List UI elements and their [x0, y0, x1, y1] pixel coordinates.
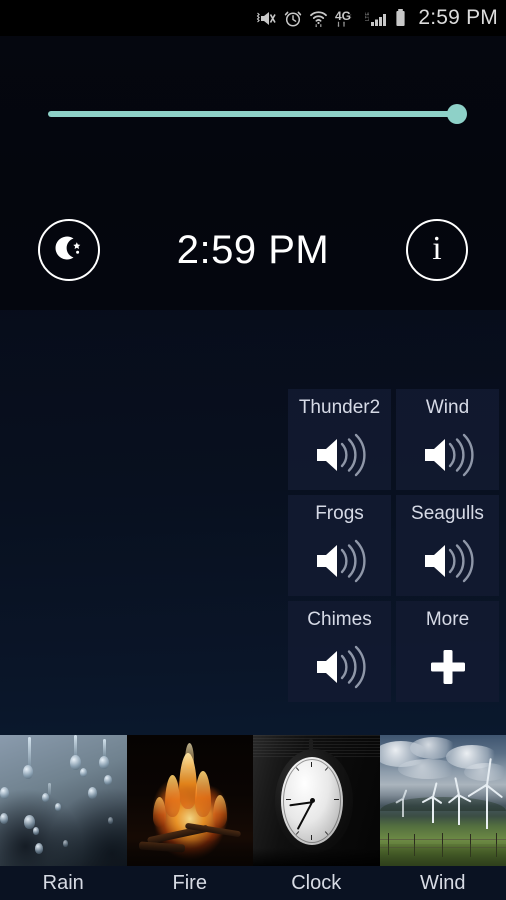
sound-tile-grid: Thunder2 Wind [288, 389, 502, 702]
scene-thumbnail-strip: Rain Fire [0, 735, 506, 900]
plus-icon [396, 631, 499, 702]
info-button[interactable]: i [406, 219, 468, 281]
app-screen: 4G : LTE 2:59 PM [0, 0, 506, 900]
sound-tile-label: Frogs [315, 503, 364, 525]
scene-label: Fire [127, 872, 254, 895]
main-clock: 2:59 PM [100, 228, 406, 273]
wifi-icon [309, 9, 328, 28]
sound-tile-label: Thunder2 [299, 397, 380, 419]
speaker-wave-icon [288, 631, 391, 702]
scene-thumbnail-clock[interactable]: Clock [253, 735, 380, 900]
scene-label: Rain [0, 872, 127, 895]
speaker-wave-icon [288, 525, 391, 596]
clock-thumbnail-image [253, 735, 380, 866]
svg-text:LTE: LTE [365, 11, 371, 20]
svg-text::: : [350, 14, 352, 20]
info-icon: i [432, 232, 441, 266]
status-bar-clock: 2:59 PM [418, 6, 498, 30]
slider-thumb[interactable] [447, 104, 467, 124]
svg-text:4G: 4G [335, 9, 351, 23]
sound-tile-seagulls[interactable]: Seagulls [396, 495, 499, 596]
speaker-wave-icon [396, 525, 499, 596]
sound-tile-chimes[interactable]: Chimes [288, 601, 391, 702]
sound-tile-thunder2[interactable]: Thunder2 [288, 389, 391, 490]
signal-bars-icon: LTE [365, 9, 387, 28]
scene-thumbnail-wind[interactable]: Wind [380, 735, 506, 900]
status-bar: 4G : LTE 2:59 PM [0, 0, 506, 36]
sound-tile-label: Wind [426, 397, 469, 419]
scene-thumbnail-rain[interactable]: Rain [0, 735, 127, 900]
mute-vibrate-icon [255, 9, 277, 28]
sound-tile-label: Seagulls [411, 503, 484, 525]
night-mode-button[interactable] [38, 219, 100, 281]
slider-track[interactable] [48, 111, 456, 117]
moon-stars-icon [52, 231, 86, 270]
alarm-clock-icon [284, 9, 302, 28]
speaker-wave-icon [288, 419, 391, 490]
top-icon-row: 2:59 PM i [0, 204, 506, 296]
scene-label: Wind [380, 872, 506, 895]
rain-thumbnail-image [0, 735, 127, 866]
scene-thumbnail-fire[interactable]: Fire [127, 735, 254, 900]
sound-tile-more[interactable]: More [396, 601, 499, 702]
sound-tile-label: More [426, 609, 469, 631]
scene-label: Clock [253, 872, 380, 895]
network-4g-icon: 4G : [335, 9, 358, 28]
battery-icon [394, 8, 407, 28]
speaker-wave-icon [396, 419, 499, 490]
sound-tile-label: Chimes [307, 609, 371, 631]
top-control-panel: 2:59 PM i [0, 36, 506, 310]
sound-tile-frogs[interactable]: Frogs [288, 495, 391, 596]
master-volume-slider[interactable] [40, 96, 472, 130]
fire-thumbnail-image [127, 735, 254, 866]
wind-thumbnail-image [380, 735, 506, 866]
sound-tile-wind[interactable]: Wind [396, 389, 499, 490]
